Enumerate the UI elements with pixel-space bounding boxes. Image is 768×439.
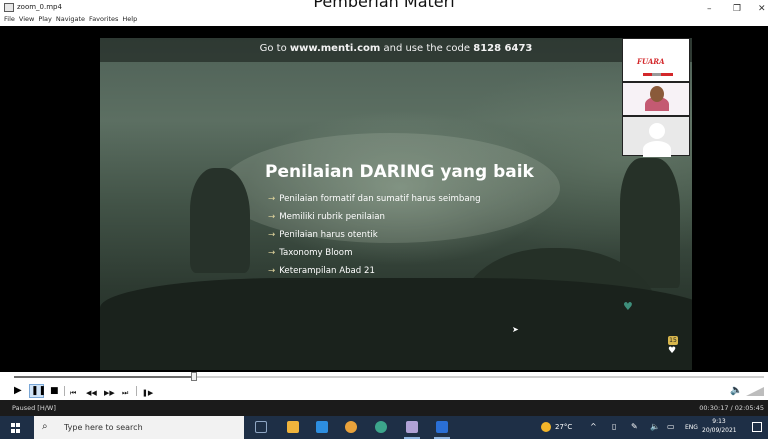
- weather-temperature[interactable]: 27°C: [555, 422, 572, 433]
- title-bar: zoom_0.mp4 Pemberian Materi – ❐ ✕ File V…: [0, 0, 768, 26]
- chevron-up-icon[interactable]: ^: [590, 421, 597, 433]
- clock-time[interactable]: 9:13: [706, 417, 732, 426]
- seek-handle[interactable]: [191, 372, 197, 381]
- fast-forward-button[interactable]: ▶▶: [104, 387, 115, 399]
- notification-icon[interactable]: [752, 422, 762, 432]
- background-rock: [190, 168, 250, 273]
- arrow-icon: →: [268, 194, 276, 204]
- play-button[interactable]: ▶: [14, 385, 22, 397]
- arrow-icon: →: [268, 212, 276, 222]
- next-button[interactable]: ⏭: [122, 387, 128, 399]
- user-avatar-icon: [649, 123, 665, 139]
- stop-button[interactable]: ■: [50, 385, 59, 397]
- seek-progress: [14, 376, 194, 378]
- media-player-app-icon[interactable]: [406, 421, 418, 433]
- fuara-logo: FUARA: [637, 57, 665, 66]
- restore-button[interactable]: ❐: [733, 4, 741, 14]
- slide-bullet: → Memiliki rubrik penilaian: [268, 212, 385, 222]
- status-bar: Paused [H/W] 00:30:17 / 02:05:45: [0, 400, 768, 416]
- file-explorer-icon[interactable]: [287, 421, 299, 433]
- heart-icon: ♥: [668, 346, 677, 356]
- menti-instruction: Go to www.menti.com and use the code 812…: [100, 42, 692, 56]
- clock-date[interactable]: 20/09/2021: [702, 426, 736, 435]
- task-view-icon[interactable]: [255, 421, 267, 433]
- meet-now-icon[interactable]: ▯: [612, 421, 616, 433]
- participant-thumbnail-logo[interactable]: FUARA: [622, 38, 690, 82]
- windows-start-icon[interactable]: [11, 423, 21, 433]
- menti-prefix: Go to: [259, 43, 290, 54]
- network-icon[interactable]: ▭: [667, 421, 675, 433]
- video-area[interactable]: Go to www.menti.com and use the code 812…: [0, 26, 768, 372]
- menu-navigate[interactable]: Navigate: [56, 13, 85, 25]
- playback-status: Paused [H/W]: [12, 404, 56, 412]
- frame-step-button[interactable]: ❚▶: [142, 387, 153, 399]
- reaction-count: 15: [668, 336, 678, 345]
- language-indicator[interactable]: ENG: [685, 422, 698, 433]
- menu-view[interactable]: View: [19, 13, 34, 25]
- slide-bullet-list: → Penilaian formatif dan sumatif harus se…: [268, 190, 481, 280]
- close-button[interactable]: ✕: [758, 4, 766, 14]
- control-separator: [136, 386, 137, 396]
- speaker-icon[interactable]: 🔈: [650, 421, 660, 433]
- previous-button[interactable]: ⏮: [70, 387, 76, 399]
- menu-bar: File View Play Navigate Favorites Help: [4, 13, 137, 25]
- menu-help[interactable]: Help: [122, 13, 137, 25]
- seek-bar-area: [0, 372, 768, 382]
- volume-icon[interactable]: 🔈: [730, 385, 742, 397]
- menti-middle: and use the code: [380, 43, 474, 54]
- reaction-badge: 15 ♥: [668, 336, 678, 356]
- menu-play[interactable]: Play: [38, 13, 52, 25]
- slide-bullet: → Penilaian harus otentik: [268, 230, 378, 240]
- control-separator: [64, 386, 65, 396]
- slide-bullet: → Keterampilan Abad 21: [268, 266, 375, 276]
- pause-button[interactable]: ❚❚: [31, 385, 46, 397]
- logo-stripe: [643, 73, 673, 76]
- slide-title: Penilaian DARING yang baik: [265, 162, 534, 182]
- edge-icon[interactable]: [375, 421, 387, 433]
- weather-icon[interactable]: [541, 422, 551, 432]
- speaker-face: [650, 86, 664, 102]
- mouse-cursor-icon: ➤: [512, 325, 519, 334]
- user-avatar-body: [643, 141, 671, 157]
- windows-taskbar: ⌕ Type here to search 27°C ^ ▯ ✎ 🔈 ▭ ENG…: [0, 416, 768, 439]
- participant-thumbnail-speaker[interactable]: [622, 82, 690, 116]
- arrow-icon: →: [268, 230, 276, 240]
- search-placeholder: Type here to search: [64, 423, 143, 432]
- menu-favorites[interactable]: Favorites: [89, 13, 118, 25]
- overlay-heading: Pemberian Materi: [313, 0, 455, 11]
- arrow-icon: →: [268, 266, 276, 276]
- rewind-button[interactable]: ◀◀: [86, 387, 97, 399]
- word-icon[interactable]: [436, 421, 448, 433]
- volume-slider[interactable]: [746, 387, 764, 396]
- search-icon: ⌕: [42, 421, 48, 432]
- pen-icon[interactable]: ✎: [631, 421, 638, 433]
- heart-icon: ♥: [623, 300, 633, 313]
- mail-icon[interactable]: [316, 421, 328, 433]
- menu-file[interactable]: File: [4, 13, 15, 25]
- taskbar-search-box[interactable]: ⌕ Type here to search: [34, 416, 244, 439]
- slide-bullet: → Penilaian formatif dan sumatif harus se…: [268, 194, 481, 204]
- arrow-icon: →: [268, 248, 276, 258]
- menti-code: 8128 6473: [473, 43, 533, 54]
- chrome-icon[interactable]: [345, 421, 357, 433]
- playback-time: 00:30:17 / 02:05:45: [699, 404, 764, 412]
- playback-controls: ▶ ❚❚ ■ ⏮ ◀◀ ▶▶ ⏭ ❚▶ 🔈: [0, 382, 768, 400]
- presentation-slide: Go to www.menti.com and use the code 812…: [100, 38, 692, 370]
- minimize-button[interactable]: –: [707, 4, 712, 14]
- participant-thumbnail-avatar[interactable]: [622, 116, 690, 157]
- menti-banner: Go to www.menti.com and use the code 812…: [100, 38, 692, 62]
- slide-bullet: → Taxonomy Bloom: [268, 248, 353, 258]
- background-rock: [100, 278, 692, 370]
- menti-url: www.menti.com: [289, 43, 381, 54]
